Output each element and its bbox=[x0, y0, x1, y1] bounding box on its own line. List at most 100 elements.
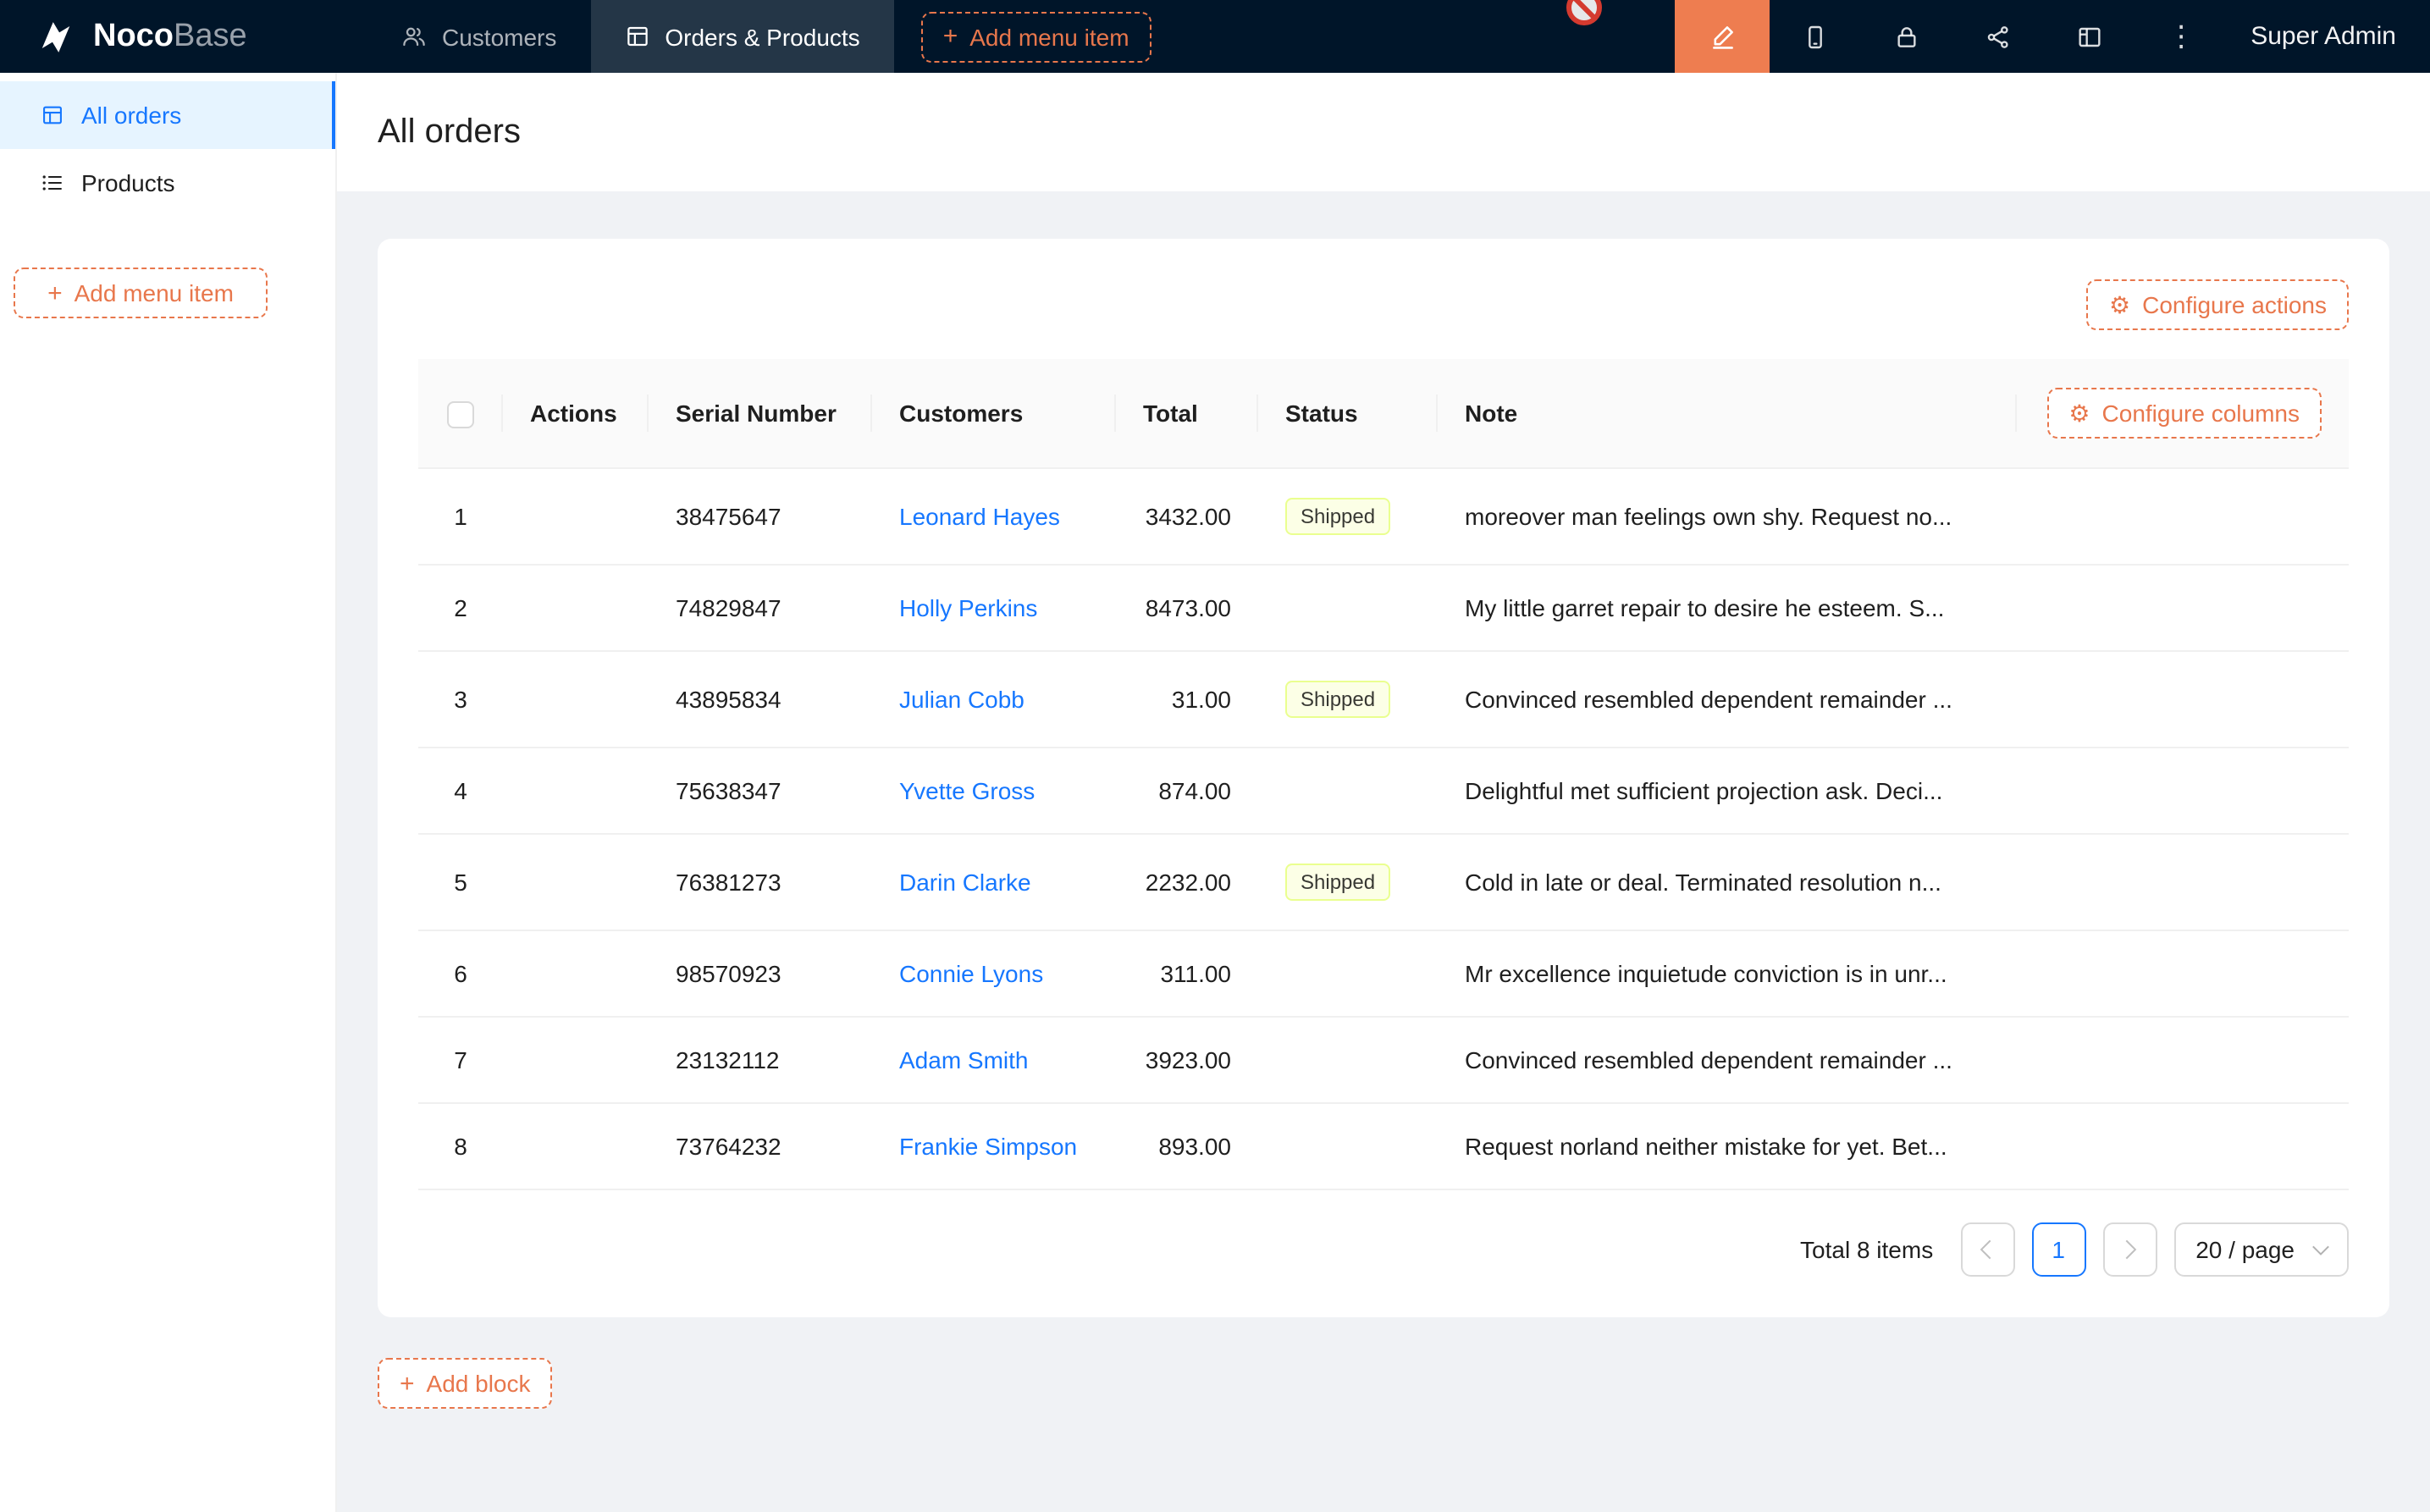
row-index-cell: 2 bbox=[418, 565, 503, 651]
gear-icon: ⚙ bbox=[2109, 293, 2130, 317]
customer-cell: Adam Smith bbox=[872, 1017, 1116, 1103]
status-cell: Shipped bbox=[1258, 468, 1438, 565]
status-cell bbox=[1258, 565, 1438, 651]
note-text: Cold in late or deal. Terminated resolut… bbox=[1465, 869, 1990, 896]
row-trailing-cell bbox=[2017, 565, 2349, 651]
add-block-button[interactable]: + Add block bbox=[378, 1358, 553, 1409]
row-actions-cell bbox=[503, 1017, 649, 1103]
top-navbar: NocoBase Customers Orders & Products bbox=[0, 0, 2430, 73]
nav-item-label: Orders & Products bbox=[665, 23, 859, 50]
orders-table-body: 1 38475647 Leonard Hayes 3432.00 Shipped… bbox=[418, 468, 2349, 1189]
table-row: 7 23132112 Adam Smith 3923.00 Convinced … bbox=[418, 1017, 2349, 1103]
logo[interactable]: NocoBase bbox=[0, 0, 367, 73]
customer-link[interactable]: Yvette Gross bbox=[899, 777, 1035, 804]
serial-number-cell: 75638347 bbox=[649, 748, 872, 834]
table-row: 2 74829847 Holly Perkins 8473.00 My litt… bbox=[418, 565, 2349, 651]
lock-icon[interactable] bbox=[1861, 0, 1952, 73]
configure-actions-button[interactable]: ⚙ Configure actions bbox=[2087, 279, 2349, 330]
note-text: Convinced resembled dependent remainder … bbox=[1465, 686, 1990, 713]
customer-cell: Darin Clarke bbox=[872, 834, 1116, 930]
total-cell: 3432.00 bbox=[1116, 468, 1258, 565]
note-text: My little garret repair to desire he est… bbox=[1465, 594, 1990, 621]
nav-item-label: Customers bbox=[442, 23, 556, 50]
sidebar-item-label: All orders bbox=[81, 102, 181, 129]
note-cell: Cold in late or deal. Terminated resolut… bbox=[1438, 834, 2017, 930]
ui-editor-toggle-button[interactable] bbox=[1675, 0, 1770, 73]
sidebar: All orders Products + Add menu item bbox=[0, 73, 337, 1512]
header-cell-actions: Actions bbox=[503, 359, 649, 468]
row-index-cell: 1 bbox=[418, 468, 503, 565]
row-index: 3 bbox=[454, 686, 467, 713]
row-actions-cell bbox=[503, 834, 649, 930]
row-index: 2 bbox=[454, 594, 467, 621]
customer-link[interactable]: Darin Clarke bbox=[899, 869, 1031, 896]
row-actions-cell bbox=[503, 748, 649, 834]
customer-link[interactable]: Frankie Simpson bbox=[899, 1133, 1077, 1160]
highlighter-pen-icon bbox=[1708, 22, 1737, 51]
chevron-down-icon bbox=[2312, 1238, 2329, 1255]
pagination-next-button[interactable] bbox=[2102, 1222, 2157, 1277]
orders-table-head: Actions Serial Number Customers Total St… bbox=[418, 359, 2349, 468]
header-cell-serial: Serial Number bbox=[649, 359, 872, 468]
nav-item-orders-products[interactable]: Orders & Products bbox=[590, 0, 893, 73]
serial-number-cell: 98570923 bbox=[649, 930, 872, 1017]
status-badge: Shipped bbox=[1285, 498, 1390, 535]
note-cell: My little garret repair to desire he est… bbox=[1438, 565, 2017, 651]
status-cell: Shipped bbox=[1258, 834, 1438, 930]
customer-link[interactable]: Adam Smith bbox=[899, 1046, 1029, 1073]
row-index-cell: 5 bbox=[418, 834, 503, 930]
customer-link[interactable]: Julian Cobb bbox=[899, 686, 1024, 713]
row-index-cell: 7 bbox=[418, 1017, 503, 1103]
pagination-page-1[interactable]: 1 bbox=[2031, 1222, 2085, 1277]
page-size-value: 20 / page bbox=[2195, 1236, 2295, 1263]
note-text: Convinced resembled dependent remainder … bbox=[1465, 1046, 1990, 1073]
user-menu[interactable]: Super Admin bbox=[2227, 0, 2430, 73]
nav-item-customers[interactable]: Customers bbox=[367, 0, 590, 73]
sidebar-item-all-orders[interactable]: All orders bbox=[0, 81, 335, 149]
row-index-cell: 6 bbox=[418, 930, 503, 1017]
customer-link[interactable]: Holly Perkins bbox=[899, 594, 1037, 621]
api-nodes-icon[interactable] bbox=[1952, 0, 2044, 73]
total-cell: 8473.00 bbox=[1116, 565, 1258, 651]
total-cell: 893.00 bbox=[1116, 1103, 1258, 1189]
header-cell-customers: Customers bbox=[872, 359, 1116, 468]
row-index: 8 bbox=[454, 1133, 467, 1160]
layout-icon[interactable] bbox=[2044, 0, 2135, 73]
note-text: Mr excellence inquietude conviction is i… bbox=[1465, 960, 1990, 987]
pagination-prev-button[interactable] bbox=[1960, 1222, 2014, 1277]
chevron-right-icon bbox=[2118, 1240, 2137, 1260]
total-cell: 31.00 bbox=[1116, 651, 1258, 748]
row-index: 7 bbox=[454, 1046, 467, 1073]
orders-table: Actions Serial Number Customers Total St… bbox=[418, 359, 2349, 1190]
customer-cell: Yvette Gross bbox=[872, 748, 1116, 834]
select-all-checkbox[interactable] bbox=[447, 400, 474, 428]
gear-icon: ⚙ bbox=[2068, 401, 2090, 425]
customer-link[interactable]: Leonard Hayes bbox=[899, 503, 1060, 530]
table-row: 6 98570923 Connie Lyons 311.00 Mr excell… bbox=[418, 930, 2349, 1017]
serial-number-cell: 76381273 bbox=[649, 834, 872, 930]
header-cell-note: Note bbox=[1438, 359, 2017, 468]
page-size-select[interactable]: 20 / page bbox=[2173, 1222, 2349, 1277]
app-root: NocoBase Customers Orders & Products bbox=[0, 0, 2430, 1512]
customer-link[interactable]: Connie Lyons bbox=[899, 960, 1043, 987]
table-row: 3 43895834 Julian Cobb 31.00 Shipped Con… bbox=[418, 651, 2349, 748]
total-cell: 2232.00 bbox=[1116, 834, 1258, 930]
row-index: 4 bbox=[454, 777, 467, 804]
table-row: 8 73764232 Frankie Simpson 893.00 Reques… bbox=[418, 1103, 2349, 1189]
sidebar-item-products[interactable]: Products bbox=[0, 149, 335, 217]
more-menu-icon[interactable]: ⋮ bbox=[2135, 0, 2227, 73]
note-cell: moreover man feelings own shy. Request n… bbox=[1438, 468, 2017, 565]
table-icon bbox=[41, 103, 64, 127]
customers-icon bbox=[401, 24, 427, 49]
plus-icon: + bbox=[47, 280, 63, 306]
customer-cell: Holly Perkins bbox=[872, 565, 1116, 651]
status-cell bbox=[1258, 748, 1438, 834]
row-actions-cell bbox=[503, 651, 649, 748]
topnav-right-actions: ⋮ Super Admin bbox=[1675, 0, 2430, 73]
logo-text: NocoBase bbox=[93, 18, 247, 55]
mobile-icon[interactable] bbox=[1770, 0, 1861, 73]
configure-columns-button[interactable]: ⚙ Configure columns bbox=[2046, 388, 2322, 439]
add-menu-item-button-sidebar[interactable]: + Add menu item bbox=[14, 268, 268, 318]
page-content: ⚙ Configure actions Actions Serial Numbe… bbox=[337, 191, 2430, 1512]
add-menu-item-button-top[interactable]: + Add menu item bbox=[921, 11, 1151, 62]
